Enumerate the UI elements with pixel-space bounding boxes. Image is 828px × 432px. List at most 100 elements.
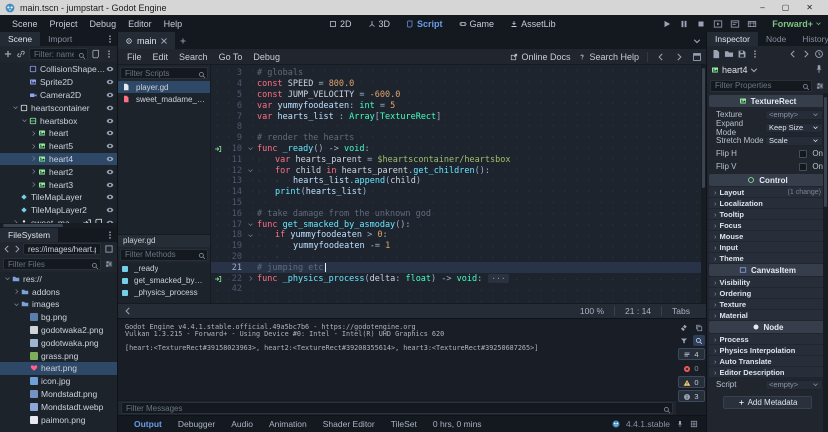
- tab-node[interactable]: Node: [758, 32, 794, 46]
- tab-filesystem[interactable]: FileSystem: [0, 228, 58, 242]
- script-item-player.gd[interactable]: player.gd: [118, 81, 210, 93]
- signal-connection-button[interactable]: [214, 275, 222, 283]
- line-number[interactable]: 8: [224, 122, 245, 132]
- scene-node-heart4[interactable]: heart4: [0, 153, 117, 166]
- code-editor[interactable]: 3# globals4const SPEED = 800.05const JUM…: [211, 65, 706, 303]
- fs-item-icon-jpg[interactable]: icon.jpg: [0, 375, 117, 388]
- code-line-42[interactable]: 42: [211, 284, 706, 295]
- fold-toggle[interactable]: [245, 167, 256, 174]
- fs-item-bg-png[interactable]: bg.png: [0, 311, 117, 324]
- code-line-20[interactable]: 20››: [211, 252, 706, 263]
- bottom-tab-output[interactable]: Output: [126, 419, 170, 429]
- close-tab-button[interactable]: [161, 37, 168, 44]
- indent-mode[interactable]: Tabs: [661, 306, 700, 316]
- scene-node-Camera2D[interactable]: Camera2D: [0, 89, 117, 102]
- close-button[interactable]: ✕: [806, 4, 813, 12]
- collapse-duplicates-button[interactable]: [678, 335, 690, 346]
- folded-code-indicator[interactable]: ···: [488, 274, 508, 283]
- scene-dock-menu-button[interactable]: [105, 34, 115, 44]
- renderer-selector[interactable]: Forward+: [772, 19, 822, 29]
- code-line-12[interactable]: 12›for child in hearts_parent.get_childr…: [211, 165, 706, 176]
- code-line-4[interactable]: 4const SPEED = 800.0: [211, 79, 706, 90]
- fold-toggle[interactable]: [245, 221, 256, 228]
- line-number[interactable]: 12: [224, 166, 245, 176]
- show-search-button[interactable]: [693, 335, 705, 346]
- scene-tree-menu-button[interactable]: [104, 49, 114, 59]
- line-number[interactable]: 11: [224, 155, 245, 165]
- fs-item-addons[interactable]: addons: [0, 285, 117, 298]
- visibility-toggle[interactable]: [106, 78, 114, 86]
- play-button[interactable]: [662, 19, 672, 29]
- scene-node-TileMapLayer2[interactable]: TileMapLayer2: [0, 204, 117, 217]
- scene-node-CollisionShape2D[interactable]: CollisionShape2D: [0, 63, 117, 76]
- movie-maker-button[interactable]: [747, 19, 757, 29]
- stop-button[interactable]: [696, 19, 706, 29]
- checkbox-flip-v[interactable]: [799, 163, 807, 171]
- script-menu-file[interactable]: File: [122, 51, 147, 63]
- script-menu-debug[interactable]: Debug: [248, 51, 285, 63]
- menu-project[interactable]: Project: [44, 18, 84, 30]
- line-number[interactable]: 16: [224, 209, 245, 219]
- property-group-ordering[interactable]: ›Ordering: [709, 288, 826, 298]
- closed-expander[interactable]: [29, 168, 38, 175]
- new-tab-button[interactable]: [175, 32, 191, 49]
- fold-toggle[interactable]: [245, 275, 256, 282]
- visibility-toggle[interactable]: [106, 193, 114, 201]
- line-number[interactable]: 10: [224, 144, 245, 154]
- fs-back-button[interactable]: [3, 246, 10, 253]
- filter-methods-input[interactable]: [120, 249, 208, 261]
- code-line-9[interactable]: 9# render the hearts: [211, 133, 706, 144]
- toggle-split-mode-button[interactable]: [104, 244, 114, 254]
- clear-output-button[interactable]: [678, 322, 690, 333]
- filter-messages-input[interactable]: [121, 402, 673, 414]
- code-line-8[interactable]: 8: [211, 122, 706, 133]
- expand-bottom-panel-button[interactable]: [690, 420, 698, 428]
- fs-item-Mondstadt-webp[interactable]: Mondstadt.webp: [0, 400, 117, 413]
- script-selector[interactable]: <empty>: [765, 380, 823, 390]
- history-back-button[interactable]: [656, 52, 666, 62]
- scene-node-Sprite2D[interactable]: Sprite2D: [0, 76, 117, 89]
- closed-expander[interactable]: [29, 155, 38, 162]
- closed-expander[interactable]: [29, 181, 38, 188]
- property-group-layout[interactable]: ›Layout(1 change): [709, 187, 826, 197]
- fs-path-input[interactable]: [23, 243, 101, 255]
- property-group-auto-translate[interactable]: ›Auto Translate: [709, 356, 826, 366]
- minimize-button[interactable]: –: [760, 4, 764, 12]
- line-number[interactable]: 14: [224, 187, 245, 197]
- filter-properties-input[interactable]: [710, 80, 812, 92]
- code-line-16[interactable]: 16# take damage from the unknown god: [211, 208, 706, 219]
- fs-item-godotwaka2-png[interactable]: godotwaka2.png: [0, 324, 117, 337]
- filter-warnings-toggle[interactable]: 0: [678, 376, 705, 388]
- workspace-3d[interactable]: 3D: [361, 18, 398, 30]
- tab-inspector[interactable]: Inspector: [707, 32, 758, 46]
- history-forward-button[interactable]: [674, 52, 684, 62]
- method-item-get_smacked_by_asmoday[interactable]: get_smacked_by_asmoday: [118, 275, 210, 287]
- workspace-2d[interactable]: 2D: [322, 18, 359, 30]
- visibility-toggle[interactable]: [106, 129, 114, 137]
- inspector-vscrollbar[interactable]: [823, 93, 828, 432]
- open-expander[interactable]: [20, 117, 29, 124]
- visibility-toggle[interactable]: [106, 181, 114, 189]
- property-group-mouse[interactable]: ›Mouse: [709, 231, 826, 241]
- fs-item-Mondstadt-png[interactable]: Mondstadt.png: [0, 388, 117, 401]
- code-line-10[interactable]: 10func _ready() -> void:: [211, 144, 706, 155]
- code-line-19[interactable]: 19››yummyfoodeaten -= 1: [211, 241, 706, 252]
- method-item-_physics_process[interactable]: _physics_process: [118, 287, 210, 299]
- property-group-process[interactable]: ›Process: [709, 334, 826, 344]
- menu-debug[interactable]: Debug: [84, 18, 123, 30]
- property-group-texture[interactable]: ›Texture: [709, 299, 826, 309]
- code-line-7[interactable]: 7var hearts_list : Array[TextureRect]: [211, 111, 706, 122]
- play-custom-scene-button[interactable]: [730, 19, 740, 29]
- maximize-button[interactable]: ▢: [782, 4, 790, 12]
- line-number[interactable]: 5: [224, 90, 245, 100]
- menu-scene[interactable]: Scene: [6, 18, 44, 30]
- closed-expander[interactable]: [29, 143, 38, 150]
- pin-properties-button[interactable]: [814, 64, 824, 74]
- stretch-mode-selector[interactable]: Scale: [765, 136, 823, 146]
- make-floating-button[interactable]: [692, 52, 702, 62]
- copy-output-button[interactable]: [693, 322, 705, 333]
- node-dropdown-button[interactable]: [751, 67, 758, 74]
- menu-help[interactable]: Help: [158, 18, 189, 30]
- property-group-editor-description[interactable]: ›Editor Description: [709, 367, 826, 377]
- filter-errors-toggle[interactable]: 0: [678, 362, 705, 374]
